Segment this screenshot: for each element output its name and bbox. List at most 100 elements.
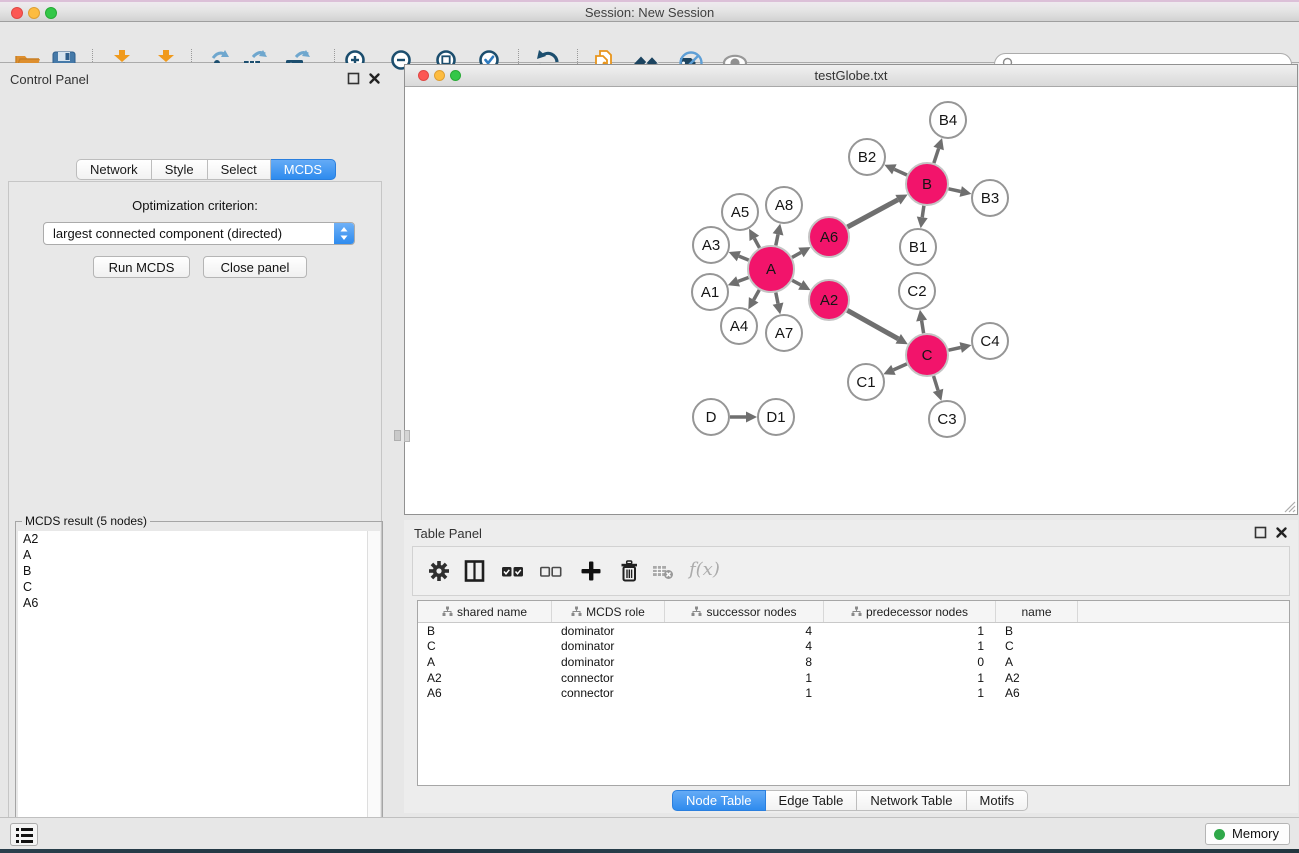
select-all-checkboxes-icon[interactable] — [501, 559, 525, 583]
tab-node-table[interactable]: Node Table — [672, 790, 766, 811]
node-label: B1 — [909, 239, 927, 256]
node-A8[interactable]: A8 — [766, 187, 802, 223]
node-C1[interactable]: C1 — [848, 364, 884, 400]
node-A6[interactable]: A6 — [809, 217, 849, 257]
mcds-result-item[interactable]: C — [18, 579, 368, 595]
node-C[interactable]: C — [906, 334, 948, 376]
deselect-all-checkboxes-icon[interactable] — [539, 559, 563, 583]
edge-B-B3[interactable] — [948, 189, 960, 192]
delete-table-icon[interactable] — [651, 559, 675, 583]
edge-B-B4[interactable] — [934, 149, 939, 164]
criterion-select[interactable]: largest connected component (directed) — [43, 222, 355, 245]
edge-C-C2[interactable] — [922, 321, 924, 334]
cell: A2 — [996, 671, 1078, 685]
settings-gear-icon[interactable] — [427, 559, 451, 583]
network-canvas[interactable]: B4 B2 B B3 A8A5 A6 A3 B1 A A1 C2 A2 A4A7 C4 C C1 C3 D D1 — [405, 87, 1297, 514]
add-column-icon[interactable] — [579, 559, 603, 583]
table-row[interactable]: A6connector11A6 — [418, 685, 1289, 701]
node-A5[interactable]: A5 — [722, 194, 758, 230]
edge-B-B1[interactable] — [922, 206, 924, 218]
edge-C-C1[interactable] — [893, 364, 906, 370]
mcds-result-item[interactable]: A — [18, 547, 368, 563]
close-panel-button[interactable]: Close panel — [203, 256, 307, 278]
float-panel-icon[interactable] — [347, 72, 360, 85]
column-header-MCDS-role[interactable]: MCDS role — [552, 601, 665, 622]
node-B[interactable]: B — [906, 163, 948, 205]
node-A4[interactable]: A4 — [721, 308, 757, 344]
edge-A-A5[interactable] — [754, 238, 759, 248]
table-row[interactable]: Adominator80A — [418, 654, 1289, 670]
table-close-panel-icon[interactable] — [1275, 526, 1288, 539]
node-A7[interactable]: A7 — [766, 315, 802, 351]
column-view-icon[interactable] — [463, 559, 487, 583]
tab-select[interactable]: Select — [208, 159, 271, 180]
control-panel-title: Control Panel — [10, 72, 89, 87]
tab-edge-table[interactable]: Edge Table — [766, 790, 858, 811]
network-window-titlebar: testGlobe.txt — [405, 65, 1297, 87]
node-D[interactable]: D — [693, 399, 729, 435]
cell: 1 — [824, 639, 996, 653]
node-C4[interactable]: C4 — [972, 323, 1008, 359]
run-mcds-button[interactable]: Run MCDS — [93, 256, 190, 278]
node-C3[interactable]: C3 — [929, 401, 965, 437]
panel-splitter-handle[interactable] — [394, 430, 401, 441]
node-A2[interactable]: A2 — [809, 280, 849, 320]
edge-A-A2[interactable] — [792, 280, 801, 285]
table-panel-title: Table Panel — [414, 526, 482, 541]
tab-motifs[interactable]: Motifs — [967, 790, 1029, 811]
mcds-result-item[interactable]: B — [18, 563, 368, 579]
tab-network-table[interactable]: Network Table — [857, 790, 966, 811]
table-toolbar: f(x) — [412, 546, 1290, 596]
edge-A-A6[interactable] — [792, 252, 801, 257]
table-row[interactable]: Bdominator41B — [418, 623, 1289, 639]
node-table[interactable]: shared nameMCDS rolesuccessor nodesprede… — [417, 600, 1290, 786]
edge-A-A3[interactable] — [739, 256, 749, 260]
node-D1[interactable]: D1 — [758, 399, 794, 435]
node-B2[interactable]: B2 — [849, 139, 885, 175]
edge-A-A1[interactable] — [738, 277, 748, 281]
cell: 1 — [824, 671, 996, 685]
column-header-shared-name[interactable]: shared name — [418, 601, 552, 622]
memory-label: Memory — [1232, 826, 1279, 841]
edge-A-A4[interactable] — [754, 290, 760, 300]
delete-column-trash-icon[interactable] — [617, 559, 641, 583]
mcds-tab-content: Optimization criterion: largest connecte… — [8, 181, 382, 853]
memory-button[interactable]: Memory — [1205, 823, 1290, 845]
node-B3[interactable]: B3 — [972, 180, 1008, 216]
mcds-result-item[interactable]: A6 — [18, 595, 368, 611]
edge-C-C3[interactable] — [934, 376, 938, 390]
column-header-predecessor-nodes[interactable]: predecessor nodes — [824, 601, 996, 622]
canvas-splitter-nub[interactable] — [404, 430, 410, 442]
result-scrollbar[interactable] — [367, 531, 380, 853]
function-builder-icon[interactable]: f(x) — [689, 559, 720, 580]
node-B4[interactable]: B4 — [930, 102, 966, 138]
resize-grip-icon[interactable] — [1283, 500, 1296, 513]
table-row[interactable]: A2connector11A2 — [418, 670, 1289, 686]
node-C2[interactable]: C2 — [899, 273, 935, 309]
column-header-name[interactable]: name — [996, 601, 1078, 622]
edge-C-C4[interactable] — [948, 348, 960, 351]
node-A[interactable]: A — [748, 246, 794, 292]
table-float-panel-icon[interactable] — [1254, 526, 1267, 539]
cell: 1 — [824, 686, 996, 700]
tab-mcds[interactable]: MCDS — [271, 159, 336, 180]
table-row[interactable]: Cdominator41C — [418, 639, 1289, 655]
node-label: A6 — [820, 229, 838, 246]
node-A1[interactable]: A1 — [692, 274, 728, 310]
tab-network[interactable]: Network — [76, 159, 152, 180]
edge-B-B2[interactable] — [894, 169, 907, 175]
mcds-result-item[interactable]: A2 — [18, 531, 368, 547]
edge-A-A8[interactable] — [776, 234, 778, 245]
tab-style[interactable]: Style — [152, 159, 208, 180]
column-header-successor-nodes[interactable]: successor nodes — [665, 601, 824, 622]
network-graph[interactable]: B4 B2 B B3 A8A5 A6 A3 B1 A A1 C2 A2 A4A7 C4 C C1 C3 D D1 — [405, 87, 1297, 514]
edge-A-A7[interactable] — [776, 293, 778, 304]
edge-A2-C[interactable] — [847, 310, 898, 339]
node-B1[interactable]: B1 — [900, 229, 936, 265]
edge-A6-B[interactable] — [847, 200, 898, 227]
close-panel-icon[interactable] — [368, 72, 381, 85]
node-label: A1 — [701, 284, 719, 301]
cell: dominator — [552, 624, 665, 638]
node-A3[interactable]: A3 — [693, 227, 729, 263]
task-history-button[interactable] — [10, 823, 38, 846]
